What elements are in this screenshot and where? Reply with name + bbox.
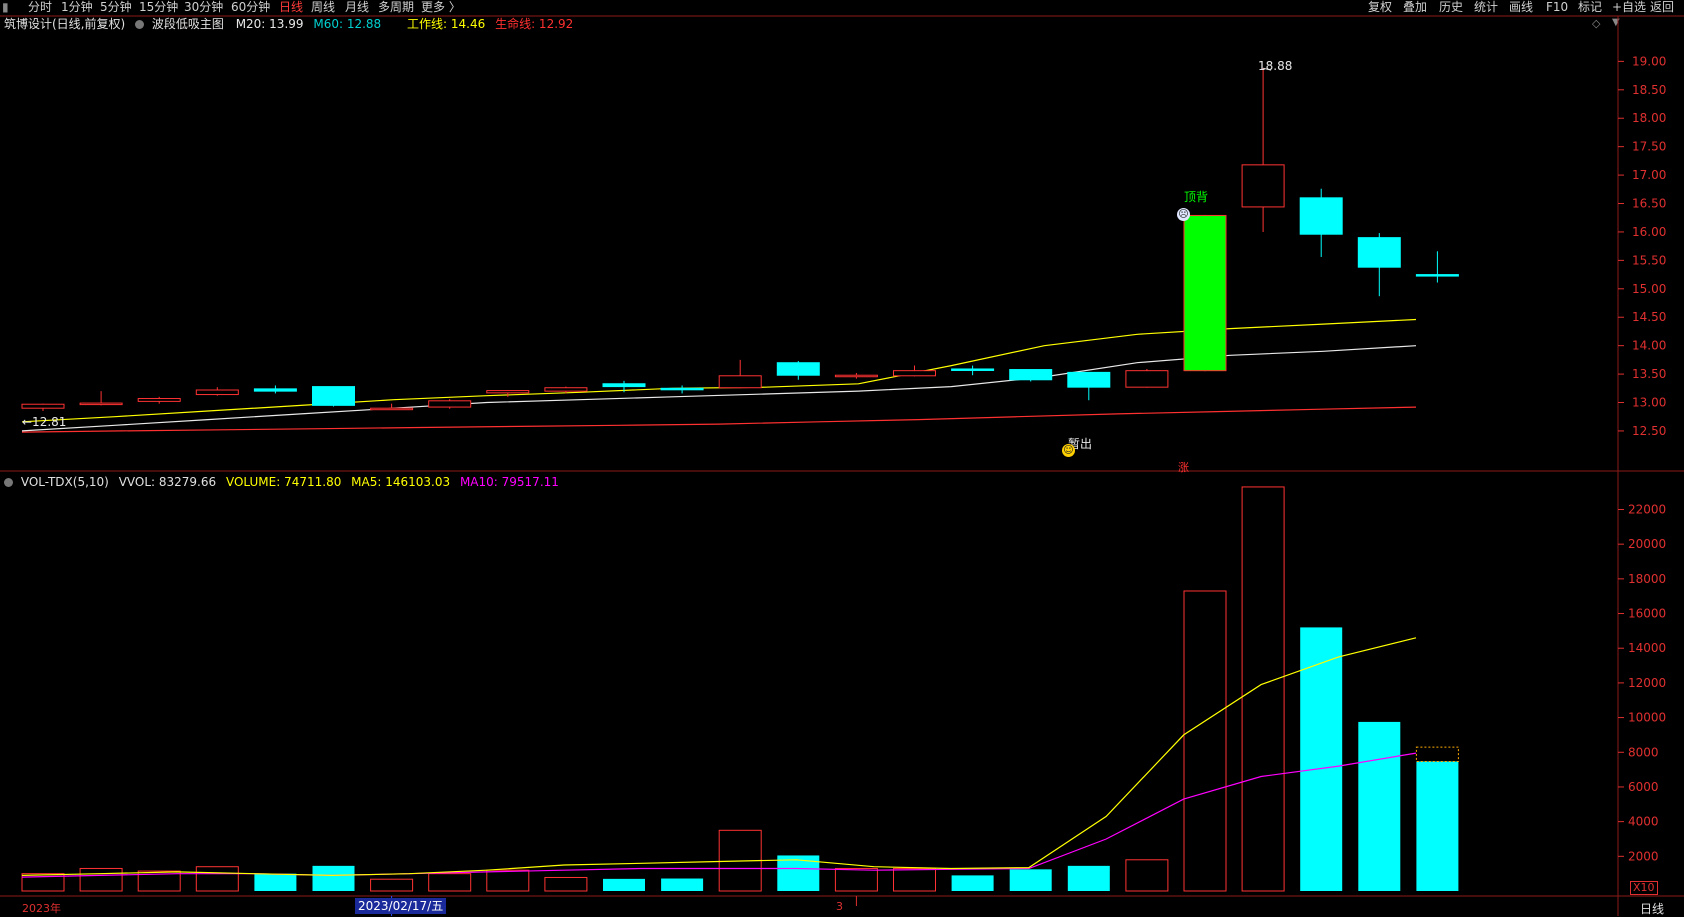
volume-bar bbox=[370, 878, 414, 892]
volume-bar bbox=[486, 869, 530, 892]
candle-body bbox=[1125, 370, 1169, 388]
price-tick-label: 14.50 bbox=[1632, 310, 1666, 324]
vol-tick-label: 16000 bbox=[1628, 607, 1666, 621]
price-tick-label: 15.50 bbox=[1632, 253, 1666, 267]
candle-body bbox=[428, 400, 472, 408]
volume-bar bbox=[1241, 486, 1285, 892]
price-tick-label: 13.00 bbox=[1632, 396, 1666, 410]
price-tick-label: 13.50 bbox=[1632, 367, 1666, 381]
vol-tick-label: 10000 bbox=[1628, 711, 1666, 725]
price-tick-label: 15.00 bbox=[1632, 282, 1666, 296]
kline-chart[interactable]: 19.00 18.50 18.00 17.50 17.00 16.50 16.00 15.50… bbox=[0, 0, 1684, 916]
vol-tick-label: 12000 bbox=[1628, 676, 1666, 690]
zhang-signal: 涨 bbox=[1178, 461, 1189, 474]
life-line bbox=[21, 406, 1417, 433]
candle-body bbox=[1357, 237, 1401, 268]
candle-body bbox=[1183, 214, 1227, 372]
volume-bar bbox=[1125, 859, 1169, 892]
candle-body bbox=[195, 389, 239, 396]
volume-bar bbox=[544, 876, 588, 892]
sad-face-icon: ☹ bbox=[1177, 208, 1190, 221]
candle-body bbox=[893, 370, 936, 377]
price-tick-label: 19.00 bbox=[1632, 54, 1666, 68]
candle-body bbox=[718, 375, 762, 389]
candle-body bbox=[79, 402, 123, 406]
volume-bar bbox=[79, 867, 123, 892]
volume-bar bbox=[254, 873, 297, 891]
candle-body bbox=[602, 383, 646, 388]
price-tick-label: 12.50 bbox=[1632, 424, 1666, 438]
vol-tick-label: 8000 bbox=[1628, 745, 1659, 759]
candle-body bbox=[834, 374, 878, 378]
period-label[interactable]: 日线 bbox=[1640, 900, 1664, 917]
candle-body bbox=[1415, 274, 1459, 277]
volume-bar bbox=[1183, 590, 1227, 892]
vol-tick-label: 2000 bbox=[1628, 849, 1659, 863]
candle-body bbox=[1299, 197, 1343, 235]
volume-bar bbox=[1067, 865, 1110, 891]
candle-body bbox=[312, 386, 355, 406]
low-price-label: ←12.81 bbox=[22, 415, 67, 429]
vol-tick-label: 6000 bbox=[1628, 780, 1659, 794]
high-price-label: 18.88 bbox=[1258, 59, 1293, 73]
candle-body bbox=[660, 387, 704, 391]
candle-body bbox=[1009, 369, 1053, 381]
volume-bar bbox=[661, 878, 704, 891]
top-divergence-signal: 顶背 bbox=[1184, 190, 1209, 204]
vol-tick-label: 20000 bbox=[1628, 537, 1666, 551]
vol-tick-label: 4000 bbox=[1628, 815, 1659, 829]
candle-body bbox=[486, 390, 530, 394]
price-tick-label: 18.50 bbox=[1632, 83, 1666, 97]
price-tick-label: 17.00 bbox=[1632, 168, 1666, 182]
month-mark: 3 bbox=[836, 900, 843, 913]
smile-face-icon: ☺ bbox=[1062, 444, 1075, 457]
vol-tick-label: 18000 bbox=[1628, 572, 1666, 586]
volume-bar bbox=[1358, 721, 1401, 891]
candle-body bbox=[1067, 371, 1111, 388]
candle-body bbox=[776, 362, 820, 376]
candle-body bbox=[1241, 164, 1285, 208]
price-tick-label: 17.50 bbox=[1632, 140, 1666, 154]
candle-body bbox=[21, 403, 65, 409]
cursor-date-label: 2023/02/17/五 bbox=[355, 898, 447, 914]
volume-bar bbox=[1009, 869, 1052, 891]
volume-bar bbox=[893, 867, 936, 892]
volume-bar bbox=[1416, 761, 1459, 891]
year-label: 2023年 bbox=[22, 902, 61, 915]
candle-body bbox=[137, 398, 181, 402]
volume-bar bbox=[312, 865, 355, 891]
volume-bar bbox=[195, 866, 239, 892]
price-tick-label: 18.00 bbox=[1632, 111, 1666, 125]
vol-tick-label: 14000 bbox=[1628, 641, 1666, 655]
price-tick-label: 14.00 bbox=[1632, 339, 1666, 353]
volume-bar bbox=[834, 867, 878, 892]
volume-bar bbox=[603, 878, 645, 891]
price-tick-label: 16.00 bbox=[1632, 225, 1666, 239]
vol-tick-label: 22000 bbox=[1628, 502, 1666, 516]
volume-bar bbox=[1300, 627, 1343, 891]
candle-body bbox=[370, 407, 414, 411]
candle-body bbox=[544, 387, 588, 392]
candle-body bbox=[951, 368, 995, 371]
last-vol-estimate bbox=[1415, 746, 1459, 762]
volume-bar bbox=[428, 873, 472, 892]
vol-unit-label: X10 bbox=[1630, 881, 1658, 895]
price-tick-label: 16.50 bbox=[1632, 197, 1666, 211]
volume-bar bbox=[951, 875, 994, 891]
candle-body bbox=[253, 388, 297, 392]
